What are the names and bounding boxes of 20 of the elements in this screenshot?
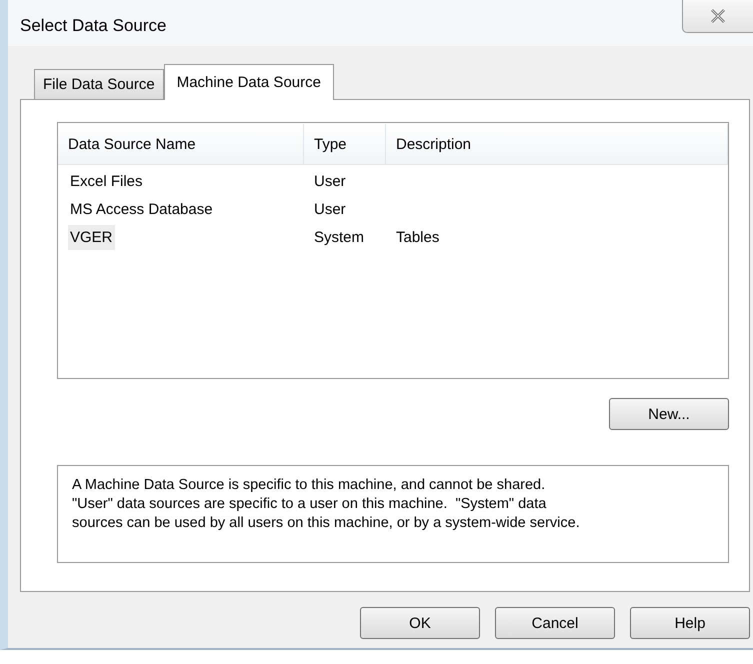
- table-row[interactable]: VGER: [68, 224, 115, 250]
- new-button[interactable]: New...: [609, 398, 729, 430]
- column-header[interactable]: Description: [386, 124, 728, 164]
- description-text: A Machine Data Source is specific to this machine, and cannot be shared. "User" data sources are specific to a user on this machine. "System" data sources can be used by all users on this machine, or by a system-wide service.: [72, 476, 581, 533]
- table-row[interactable]: Excel Files: [68, 168, 145, 194]
- window-title: Select Data Source: [20, 16, 166, 36]
- close-button[interactable]: [682, 0, 753, 33]
- column-header[interactable]: Data Source Name: [58, 124, 304, 164]
- tab[interactable]: Machine Data Source: [164, 64, 334, 100]
- column-header[interactable]: Type: [304, 124, 386, 164]
- table-cell: Tables: [396, 228, 440, 246]
- dialog-button[interactable]: Cancel: [495, 607, 615, 639]
- close-icon: [710, 9, 726, 23]
- tab[interactable]: File Data Source: [34, 69, 164, 99]
- table-cell: User: [314, 200, 346, 218]
- dialog-button[interactable]: Help: [630, 607, 750, 639]
- table-cell: System: [314, 228, 364, 246]
- table-row[interactable]: MS Access Database: [68, 196, 215, 222]
- dialog-button[interactable]: OK: [360, 607, 480, 639]
- table-cell: User: [314, 172, 346, 190]
